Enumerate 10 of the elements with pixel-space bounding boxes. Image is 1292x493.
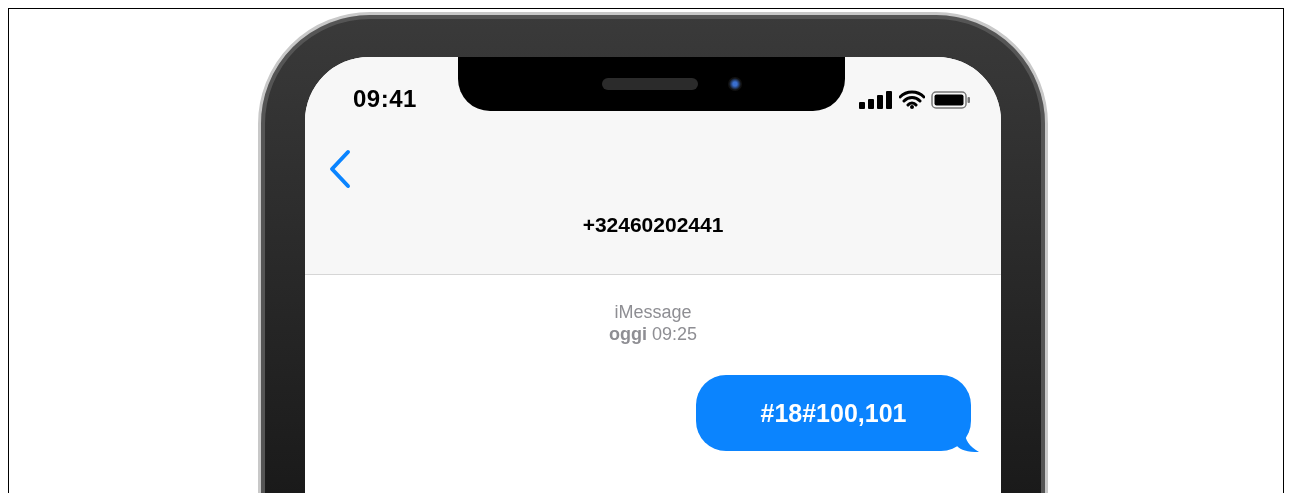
service-label: iMessage [614, 301, 692, 323]
battery-icon [931, 90, 971, 109]
message-timestamp: oggi 09:25 [608, 323, 697, 345]
camera-icon [727, 77, 742, 91]
message-bubble: #18#100,101 [696, 375, 971, 451]
wifi-icon [899, 90, 925, 109]
chevron-left-icon [328, 149, 352, 189]
signal-icon [859, 90, 893, 109]
contact-number: +32460202441 [582, 213, 724, 237]
status-time: 09:41 [353, 85, 417, 113]
